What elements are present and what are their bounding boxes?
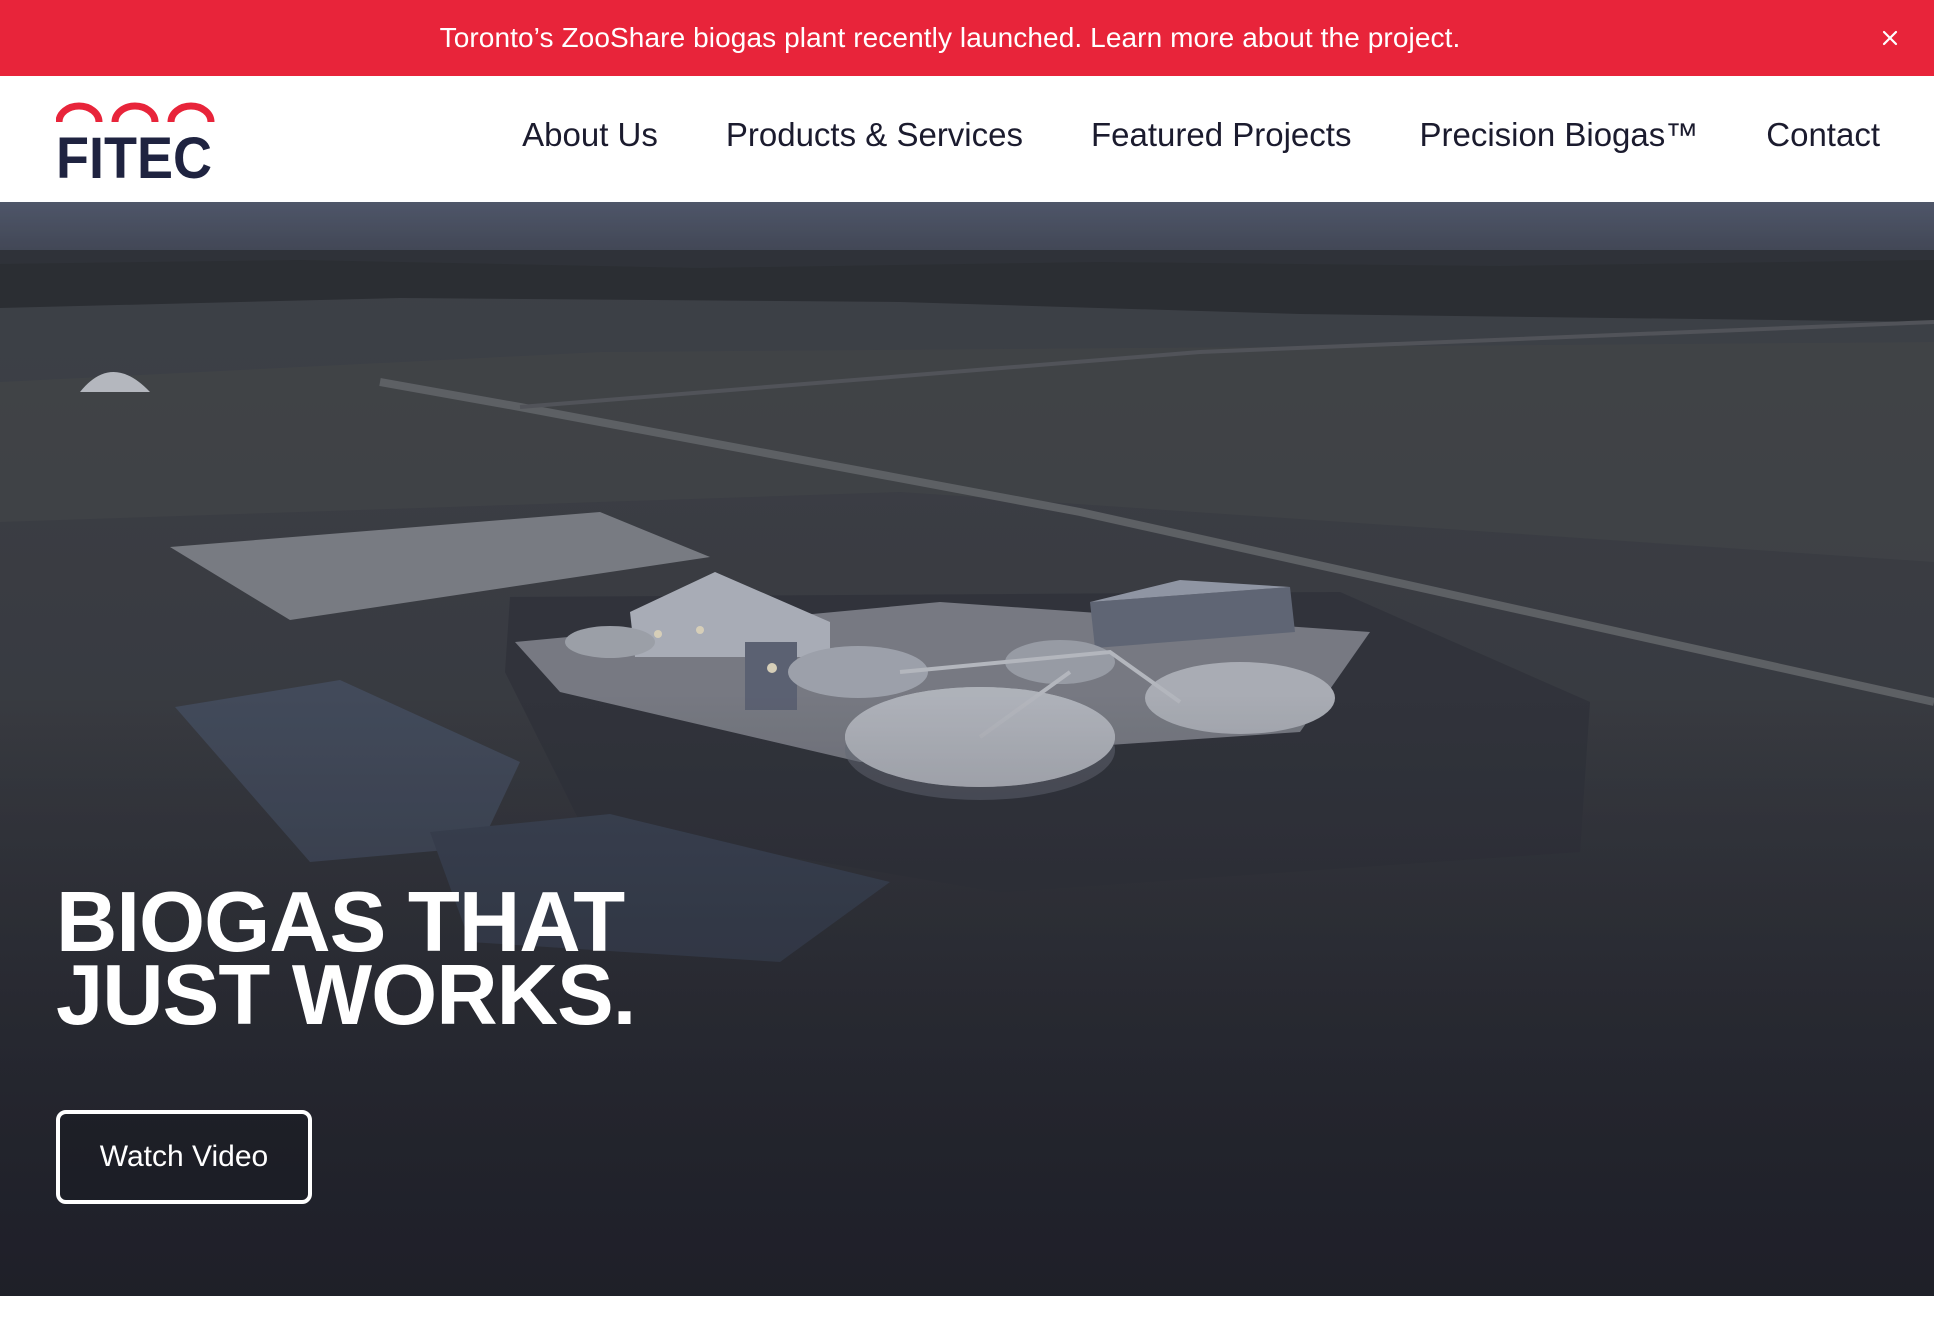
nav-contact[interactable]: Contact: [1766, 116, 1880, 154]
announcement-banner[interactable]: Toronto’s ZooShare biogas plant recently…: [0, 0, 1934, 76]
hero-title-line-2: JUST WORKS.: [56, 948, 636, 1043]
close-icon[interactable]: [1874, 22, 1906, 54]
fitec-logo[interactable]: FITEC: [55, 100, 216, 191]
nav-featured-projects[interactable]: Featured Projects: [1091, 116, 1351, 154]
logo-wordmark: FITEC: [56, 126, 212, 182]
nav-precision-biogas[interactable]: Precision Biogas™: [1419, 116, 1698, 154]
nav-products-services[interactable]: Products & Services: [726, 116, 1023, 154]
main-nav: About Us Products & Services Featured Pr…: [522, 76, 1880, 194]
page-below-fold: [0, 1296, 1934, 1344]
site-header: FITEC About Us Products & Services Featu…: [0, 76, 1934, 202]
watch-video-button[interactable]: Watch Video: [56, 1110, 312, 1204]
nav-about-us[interactable]: About Us: [522, 116, 658, 154]
hero-section: BIOGAS THAT JUST WORKS. Watch Video: [0, 202, 1934, 1296]
announcement-text[interactable]: Toronto’s ZooShare biogas plant recently…: [440, 22, 1461, 54]
hero-title: BIOGAS THAT JUST WORKS.: [56, 880, 756, 1043]
three-arches-logo-mark: [55, 102, 215, 123]
